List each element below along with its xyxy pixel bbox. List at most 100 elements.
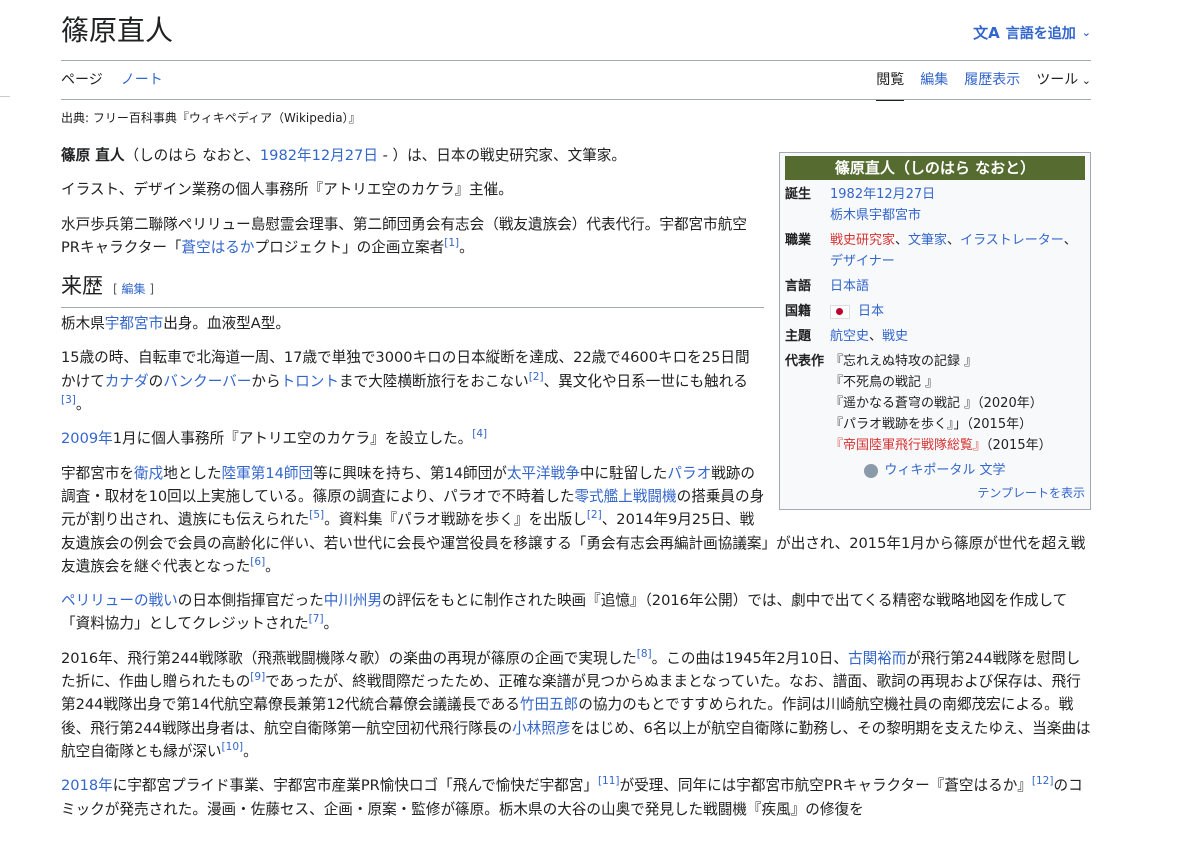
separator: 、 — [895, 233, 909, 248]
reference-link[interactable]: [9] — [250, 671, 265, 683]
japan-flag-icon — [830, 304, 850, 319]
infobox-value: 『忘れえぬ特攻の記録 』 『不死鳥の戦記 』 『遥かなる蒼穹の戦記 』（2020… — [830, 351, 1085, 456]
birth-date-link[interactable]: 1982年12月27日 — [260, 147, 378, 164]
view-tabs: 閲覧 編集 履歴表示 ツール ⌄ — [860, 68, 1091, 101]
text: の — [148, 372, 164, 390]
page: 篠原直人 文A 言語を追加 ⌄ ページ ノート 閲覧 編集 履歴表示 ツール ⌄… — [61, 0, 1091, 859]
infobox-key: 代表作 — [785, 354, 825, 369]
language-button[interactable]: 文A 言語を追加 ⌄ — [973, 22, 1091, 43]
birth-date-link[interactable]: 1982年12月27日 — [830, 187, 935, 202]
project-link[interactable]: 蒼空はるか — [182, 239, 255, 256]
takeda-link[interactable]: 竹田五郎 — [520, 696, 578, 713]
vancouver-link[interactable]: バンクーバー — [163, 373, 251, 390]
occupation-link[interactable]: 戦史研究家 — [830, 233, 895, 248]
nakagawa-link[interactable]: 中川州男 — [324, 592, 382, 609]
utsunomiya-link[interactable]: 宇都宮市 — [105, 315, 163, 332]
article-content: 篠原直人（しのはら なおと） 誕生 1982年12月27日 栃木県宇都宮市 職業… — [61, 144, 1091, 832]
page-title: 篠原直人 — [61, 14, 174, 47]
reference-link[interactable]: [12] — [1032, 775, 1054, 787]
translate-icon: 文A — [973, 24, 1000, 42]
infobox-row-subject: 主題 航空史、戦史 — [785, 326, 1085, 347]
text: 。 — [323, 615, 339, 633]
text: 。資料集『パラオ戦跡を歩く』を出版し — [324, 511, 587, 529]
infobox-value: 1982年12月27日 栃木県宇都宮市 — [830, 184, 1085, 226]
birth-place-link[interactable]: 栃木県宇都宮市 — [830, 208, 921, 223]
work-item: 『忘れえぬ特攻の記録 』 — [830, 354, 978, 369]
text: まで大陸横断旅行をおこない — [338, 372, 529, 390]
occupation-link[interactable]: 文筆家 — [908, 233, 947, 248]
sidebar-edge — [0, 96, 10, 97]
text: の日本側指揮官だった — [177, 592, 324, 610]
kobayashi-link[interactable]: 小林照彦 — [512, 720, 570, 737]
zero-fighter-link[interactable]: 零式艦上戦闘機 — [574, 488, 676, 505]
tab-edit[interactable]: 編集 — [920, 68, 948, 101]
peleliu-link[interactable]: ペリリューの戦い — [61, 592, 178, 609]
year-link[interactable]: 2018年 — [61, 777, 113, 794]
template-link[interactable]: テンプレートを表示 — [977, 486, 1085, 500]
work-item: 『不死鳥の戦記 』 — [830, 375, 939, 390]
infobox-key: 誕生 — [785, 187, 812, 202]
year-link[interactable]: 2009年 — [61, 430, 113, 447]
body-paragraph-7: 2018年に宇都宮プライド事業、宇都宮市産業PR愉快ロゴ「飛んで愉快だ宇都宮」[… — [61, 774, 1091, 821]
infobox-row-works: 代表作 『忘れえぬ特攻の記録 』 『不死鳥の戦記 』 『遥かなる蒼穹の戦記 』（… — [785, 351, 1085, 456]
toronto-link[interactable]: トロント — [281, 373, 339, 390]
reference-link[interactable]: [8] — [637, 648, 652, 660]
reference-link[interactable]: [7] — [309, 614, 324, 626]
tab-read[interactable]: 閲覧 — [876, 68, 905, 101]
language-link[interactable]: 日本語 — [830, 279, 869, 294]
tab-page[interactable]: ページ — [61, 68, 103, 99]
subject-link[interactable]: 航空史 — [830, 329, 869, 344]
reference-link[interactable]: [2] — [529, 371, 544, 383]
portal-link-row: ウィキポータル 文学 — [785, 460, 1085, 481]
infobox-row-language: 言語 日本語 — [785, 276, 1085, 297]
text: 。 — [243, 742, 258, 760]
reference-link[interactable]: [11] — [598, 775, 620, 787]
tab-tools[interactable]: ツール ⌄ — [1036, 68, 1091, 101]
text: 中に駐留した — [579, 464, 668, 482]
infobox-key: 主題 — [785, 329, 812, 344]
text: - ）は、日本の戦史研究家、文筆家。 — [377, 147, 626, 164]
division-link[interactable]: 陸軍第14師団 — [222, 465, 314, 482]
koseki-link[interactable]: 古関裕而 — [848, 650, 906, 667]
text: が受理、同年には宇都宮市航空PRキャラクター『蒼空はるか』 — [619, 777, 1032, 795]
infobox-value: 戦史研究家、文筆家、イラストレーター、デザイナー — [830, 230, 1085, 272]
section-title: 来歴 — [61, 274, 103, 299]
infobox-key: 言語 — [785, 279, 812, 294]
template-link-row: テンプレートを表示 — [785, 483, 1085, 504]
bracket: [ — [113, 282, 122, 297]
occupation-link[interactable]: デザイナー — [830, 254, 895, 269]
work-link[interactable]: 『帝国陸軍飛行戦隊総覧』 — [830, 438, 986, 453]
text: プロジェクト」の企画立案者 — [254, 238, 445, 256]
canada-link[interactable]: カナダ — [105, 373, 149, 390]
portal-link[interactable]: ウィキポータル 文学 — [884, 463, 1005, 478]
section-edit: [ 編集 ] — [113, 282, 154, 296]
subject-link[interactable]: 戦史 — [882, 329, 908, 344]
separator: 、 — [869, 329, 883, 344]
text: 、異文化や日系一世にも触れる — [543, 372, 748, 390]
reference-link[interactable]: [1] — [444, 237, 459, 249]
tab-divider — [61, 99, 1091, 100]
occupation-link[interactable]: イラストレーター — [960, 233, 1064, 248]
text: 2016年、飛行第244戦隊歌（飛燕戦闘機隊々歌）の楽曲の再現が篠原の企画で実現… — [61, 649, 637, 667]
tab-talk[interactable]: ノート — [121, 68, 163, 99]
infobox-row-occupation: 職業 戦史研究家、文筆家、イラストレーター、デザイナー — [785, 230, 1085, 272]
pacific-war-link[interactable]: 太平洋戦争 — [507, 465, 580, 482]
separator: 、 — [1063, 233, 1077, 248]
reference-link[interactable]: [4] — [472, 429, 487, 441]
subject-name: 篠原 直人 — [61, 147, 125, 164]
chevron-down-icon: ⌄ — [1078, 74, 1091, 87]
reference-link[interactable]: [6] — [250, 556, 265, 568]
reference-link[interactable]: [2] — [587, 509, 602, 521]
reference-link[interactable]: [3] — [61, 394, 76, 406]
nationality-link[interactable]: 日本 — [858, 304, 884, 319]
text: に宇都宮プライド事業、宇都宮市産業PR愉快ロゴ「飛んで愉快だ宇都宮」 — [112, 777, 598, 795]
garrison-link[interactable]: 衛戍 — [134, 465, 163, 482]
section-edit-link[interactable]: 編集 — [122, 282, 146, 296]
reference-link[interactable]: [10] — [222, 741, 244, 753]
reference-link[interactable]: [5] — [309, 509, 324, 521]
palau-link[interactable]: パラオ — [667, 465, 711, 482]
text: 。 — [459, 238, 474, 256]
language-button-label: 言語を追加 — [1005, 25, 1076, 42]
tab-history[interactable]: 履歴表示 — [964, 68, 1020, 101]
infobox-value: 航空史、戦史 — [830, 326, 1085, 347]
